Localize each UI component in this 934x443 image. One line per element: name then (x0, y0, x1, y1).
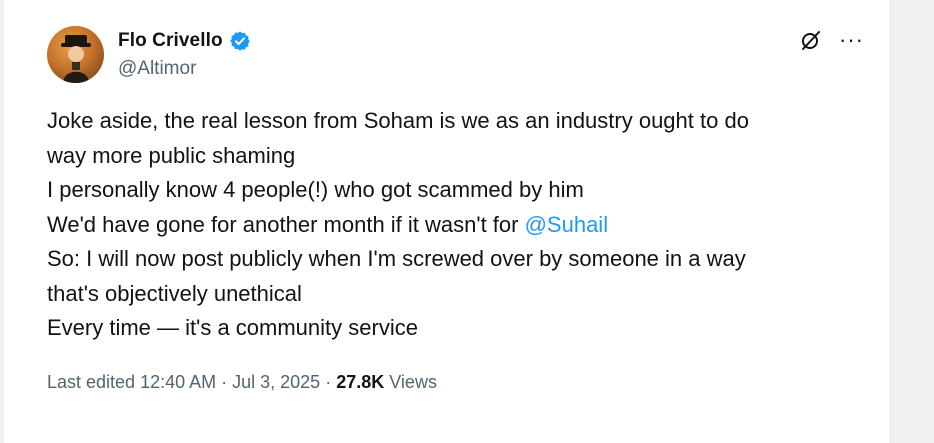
tweet-actions: ··· (799, 28, 864, 52)
author-handle[interactable]: @Altimor (118, 58, 251, 80)
grok-icon[interactable] (799, 28, 823, 52)
mention-link[interactable]: @Suhail (525, 212, 609, 237)
tweet-line: way more public shaming (47, 142, 296, 168)
more-icon[interactable]: ··· (839, 29, 864, 51)
tweet-meta: Last edited 12:40 AM · Jul 3, 2025 · 27.… (47, 372, 437, 393)
tweet-line: Joke aside, the real lesson from Soham i… (47, 108, 749, 133)
meta-separator: · (216, 372, 233, 392)
tweet-line: that's objectively unethical (47, 280, 302, 306)
tweet-line: So: I will now post publicly when I'm sc… (47, 246, 746, 271)
views-count: 27.8K (336, 372, 385, 392)
tweet-line: I personally know 4 people(!) who got sc… (47, 177, 584, 202)
tweet-line: We'd have gone for another month if it w… (47, 208, 867, 243)
tweet-card: Flo Crivello @Altimor ··· Joke aside, th… (4, 0, 891, 443)
tweet-line-text: We'd have gone for another month if it w… (47, 211, 525, 237)
views-label: Views (384, 372, 437, 392)
tweet-line: Every time — it's a community service (47, 315, 418, 340)
avatar[interactable] (47, 26, 104, 83)
author-name[interactable]: Flo Crivello (118, 30, 223, 52)
last-edited-link[interactable]: Last edited 12:40 AM (47, 372, 216, 392)
verified-badge-icon (229, 30, 251, 52)
tweet-text: Joke aside, the real lesson from Soham i… (47, 104, 867, 346)
meta-separator: · (320, 372, 337, 392)
tweet-header: Flo Crivello @Altimor (118, 28, 251, 80)
tweet-date[interactable]: Jul 3, 2025 (232, 372, 320, 392)
